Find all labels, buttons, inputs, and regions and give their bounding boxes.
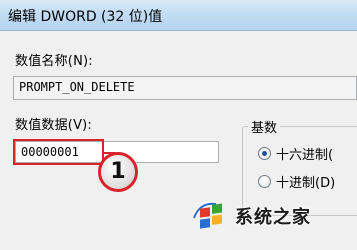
value-data-highlight: [13, 139, 104, 165]
radio-decimal[interactable]: 十进制(D): [258, 172, 335, 191]
radio-checked-icon: [258, 147, 271, 160]
radio-hexadecimal-label: 十六进制(: [276, 148, 334, 163]
value-name-label: 数值名称(N):: [15, 54, 93, 69]
value-data-label: 数值数据(V):: [15, 118, 93, 133]
windows-logo-icon: [190, 196, 230, 236]
radio-decimal-label: 十进制(D): [276, 176, 336, 191]
watermark: 系统之家: [190, 193, 355, 238]
edit-dword-dialog: 编辑 DWORD (32 位)值 数值名称(N): PROMPT_ON_DELE…: [0, 0, 357, 250]
radio-unchecked-icon: [258, 175, 271, 188]
watermark-text: 系统之家: [235, 206, 311, 228]
radio-hexadecimal[interactable]: 十六进制(: [258, 144, 333, 163]
value-name-field[interactable]: PROMPT_ON_DELETE: [13, 76, 357, 100]
base-groupbox-title: 基数: [248, 117, 281, 136]
step-number-callout: 1: [98, 152, 138, 192]
window-title: 编辑 DWORD (32 位)值: [8, 9, 163, 25]
title-bar: 编辑 DWORD (32 位)值: [0, 0, 357, 31]
